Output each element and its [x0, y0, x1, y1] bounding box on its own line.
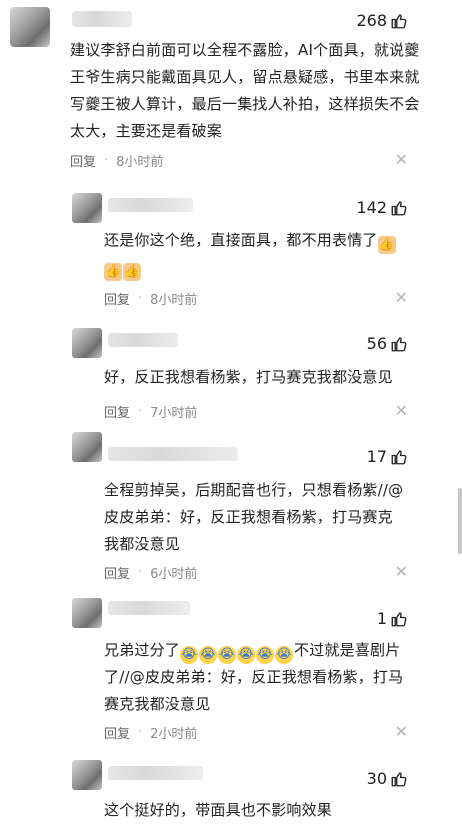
- reply-link[interactable]: 回复: [104, 289, 130, 308]
- reply-link[interactable]: 回复: [104, 723, 130, 742]
- thumbs-up-icon: [391, 611, 407, 626]
- username-blurred[interactable]: [108, 198, 193, 212]
- like-button[interactable]: 142: [356, 198, 408, 217]
- avatar[interactable]: [72, 193, 102, 223]
- separator-dot: ·: [138, 565, 143, 580]
- close-icon[interactable]: ✕: [395, 290, 408, 306]
- username-blurred[interactable]: [108, 601, 190, 615]
- like-count: 142: [356, 198, 387, 217]
- crying-emoji: 😭: [275, 646, 294, 664]
- reply-text: 兄弟过分了😭 😭 😭 😭 😭 😭 不过就是喜剧片了//@皮皮弟弟：好，反正我想看杨紫，打马赛…: [104, 637, 410, 718]
- avatar[interactable]: [72, 760, 102, 790]
- thumbs-up-emoji: 👍: [123, 263, 141, 281]
- timestamp: 6小时前: [150, 567, 198, 582]
- thumbs-up-icon: [391, 13, 407, 28]
- reply-text: 还是你这个绝，直接面具，都不用表情了👍 👍 👍: [104, 227, 420, 281]
- like-count: 30: [366, 769, 387, 788]
- separator-dot: ·: [138, 404, 143, 419]
- thumbs-up-icon: [391, 771, 407, 786]
- reply-text: 这个挺好的，带面具也不影响效果: [104, 801, 333, 819]
- username-blurred[interactable]: [108, 766, 203, 780]
- avatar[interactable]: [72, 328, 102, 358]
- reply-link[interactable]: 回复: [70, 151, 96, 170]
- like-button[interactable]: 1: [377, 609, 408, 628]
- reply-text: 好，反正我想看杨紫，打马赛克我都没意见: [104, 368, 393, 386]
- comment-meta: 回复 · 8小时前: [70, 151, 163, 170]
- reply-text: 全程剪掉吴，后期配音也行，只想看杨紫//@皮皮弟弟：好，反正我想看杨紫，打马赛克…: [104, 481, 404, 553]
- crying-emoji: 😭: [237, 646, 256, 664]
- reply-link[interactable]: 回复: [104, 563, 130, 582]
- thumbs-up-emoji: 👍: [377, 236, 396, 254]
- reply-meta: 回复 · 2小时前: [104, 723, 197, 742]
- reply-text-content: 还是你这个绝，直接面具，都不用表情了: [104, 231, 378, 249]
- thumbs-up-icon: [391, 449, 407, 464]
- reply-link[interactable]: 回复: [104, 402, 130, 421]
- like-button[interactable]: 30: [367, 769, 408, 788]
- like-button[interactable]: 56: [367, 334, 408, 353]
- avatar[interactable]: [10, 7, 50, 47]
- separator-dot: ·: [104, 153, 109, 168]
- timestamp: 2小时前: [150, 727, 198, 742]
- timestamp: 7小时前: [150, 406, 198, 421]
- separator-dot: ·: [138, 725, 143, 740]
- close-icon[interactable]: ✕: [395, 152, 408, 168]
- close-icon[interactable]: ✕: [395, 564, 408, 580]
- thumbs-up-emoji: 👍: [104, 263, 122, 281]
- username-blurred[interactable]: [108, 447, 238, 461]
- like-button[interactable]: 17: [367, 447, 408, 466]
- like-count: 56: [366, 334, 387, 353]
- close-icon[interactable]: ✕: [395, 724, 408, 740]
- reply-meta: 回复 · 7小时前: [104, 402, 197, 421]
- avatar[interactable]: [72, 432, 102, 462]
- crying-emoji: 😭: [256, 646, 275, 664]
- crying-emoji: 😭: [218, 646, 237, 664]
- reply-meta: 回复 · 6小时前: [104, 563, 197, 582]
- timestamp: 8小时前: [116, 155, 164, 170]
- thumbs-up-icon: [391, 200, 407, 215]
- username-blurred[interactable]: [72, 11, 132, 27]
- comment-text: 建议李舒白前面可以全程不露脸，AI个面具，就说夔王爷生病只能戴面具见人，留点悬疑…: [70, 41, 420, 140]
- like-button[interactable]: 268: [356, 11, 408, 30]
- close-icon[interactable]: ✕: [395, 403, 408, 419]
- timestamp: 8小时前: [150, 293, 198, 308]
- crying-emoji: 😭: [199, 646, 218, 664]
- separator-dot: ·: [138, 291, 143, 306]
- reply-meta: 回复 · 8小时前: [104, 289, 197, 308]
- like-count: 268: [356, 11, 387, 30]
- avatar[interactable]: [72, 598, 102, 628]
- crying-emoji: 😭: [180, 646, 199, 664]
- scrollbar[interactable]: [458, 488, 462, 554]
- like-count: 1: [376, 609, 387, 628]
- reply-text-before: 兄弟过分了: [104, 641, 181, 659]
- username-blurred[interactable]: [108, 333, 178, 347]
- thumbs-up-icon: [391, 336, 407, 351]
- like-count: 17: [366, 447, 387, 466]
